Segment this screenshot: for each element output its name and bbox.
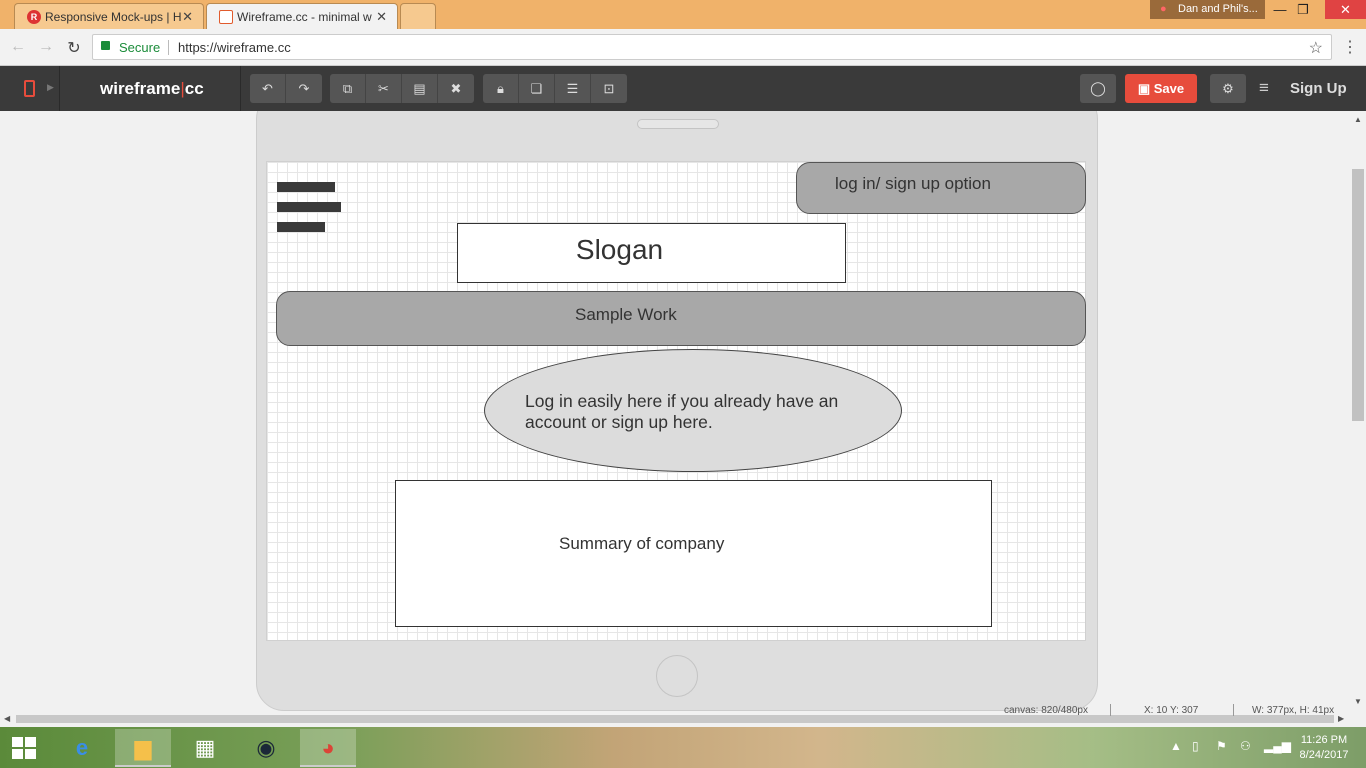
steam-icon[interactable]: ◉ (238, 729, 294, 767)
forward-icon[interactable]: → (36, 38, 56, 56)
edit-group: ⧉ ✂ ▤ ✖ (330, 74, 474, 103)
logo-main: wireframe (100, 79, 181, 98)
workspace: log in/ sign up option Slogan Sample Wor… (0, 111, 1350, 711)
wireframe-canvas[interactable]: log in/ sign up option Slogan Sample Wor… (266, 161, 1086, 641)
tab-responsive-mockups[interactable]: R Responsive Mock-ups | H ✕ (14, 3, 204, 29)
signal-bars-icon[interactable]: ▂▄▆ (1264, 739, 1291, 753)
save-disk-icon: ▣ (1137, 81, 1151, 96)
action-center-flag-icon[interactable]: ⚑ (1216, 739, 1227, 753)
logo: wireframe|cc (100, 79, 204, 99)
secure-label: Secure (119, 40, 161, 55)
tab-label: Wireframe.cc - minimal w (237, 10, 372, 24)
save-button[interactable]: ▣ Save (1125, 74, 1197, 103)
url-text: https://wireframe.cc (178, 40, 291, 55)
selection-size-status: W: 377px, H: 41px (1252, 705, 1335, 716)
device-icon[interactable]: ▯ (1192, 739, 1199, 753)
redo-icon[interactable]: ↷ (286, 74, 322, 103)
scroll-left-icon[interactable]: ◀ (4, 714, 10, 723)
store-icon[interactable]: ▦ (177, 729, 233, 767)
system-clock[interactable]: 11:26 PM 8/24/2017 (1294, 733, 1354, 763)
device-selector-button[interactable]: ▶ (0, 66, 60, 111)
file-explorer-icon[interactable]: ▆ (115, 729, 171, 767)
cut-icon[interactable]: ✂ (366, 74, 402, 103)
logo-suffix: cc (184, 79, 204, 98)
profile-button[interactable]: ● Dan and Phil's... (1150, 0, 1265, 19)
sign-up-link[interactable]: Sign Up (1290, 80, 1347, 97)
network-status-icon[interactable]: ⚇ (1240, 739, 1251, 753)
close-tab-icon[interactable]: ✕ (182, 9, 193, 25)
align-icon[interactable]: ☰ (555, 74, 591, 103)
lock-element-icon[interactable]: 🔒︎ (483, 74, 519, 103)
nav-menu-line[interactable] (277, 202, 341, 212)
nav-menu-line[interactable] (277, 182, 335, 192)
bookmark-star-icon[interactable]: ☆ (1309, 38, 1323, 58)
profile-name: Dan and Phil's... (1178, 3, 1258, 15)
slogan-box[interactable]: Slogan (457, 223, 846, 283)
paste-icon[interactable]: ▤ (402, 74, 438, 103)
browser-menu-icon[interactable]: ⋮ (1342, 37, 1358, 57)
back-icon[interactable]: ← (8, 38, 28, 56)
tab-label: Responsive Mock-ups | H (45, 10, 182, 24)
login-prompt-ellipse[interactable]: Log in easily here if you already have a… (484, 349, 902, 472)
tab-wireframe[interactable]: Wireframe.cc - minimal w ✕ (206, 3, 398, 29)
duplicate-icon[interactable]: ⧉ (330, 74, 366, 103)
address-bar: ← → ↻ Secure https://wireframe.cc ☆ ⋮ (0, 29, 1366, 66)
nav-menu-line[interactable] (277, 222, 325, 232)
divider (1110, 704, 1111, 716)
tablet-home-button (656, 655, 698, 697)
chrome-icon[interactable]: ◕ (300, 729, 356, 767)
scroll-right-icon[interactable]: ▶ (1338, 714, 1344, 723)
close-tab-icon[interactable]: ✕ (376, 9, 387, 25)
scroll-down-icon[interactable]: ▼ (1354, 697, 1362, 706)
delete-icon[interactable]: ✖ (438, 74, 474, 103)
summary-box[interactable]: Summary of company (395, 480, 992, 627)
tablet-speaker (637, 119, 719, 129)
vertical-scroll-thumb[interactable] (1352, 169, 1364, 421)
canvas-size-status: canvas: 820/480px (1004, 705, 1088, 716)
horizontal-scroll-thumb[interactable] (16, 715, 1334, 723)
sample-work-box[interactable]: Sample Work (276, 291, 1086, 346)
save-label: Save (1153, 81, 1185, 96)
comment-icon[interactable]: ◯ (1080, 74, 1116, 103)
login-option-box[interactable]: log in/ sign up option (796, 162, 1086, 214)
undo-icon[interactable]: ↶ (250, 74, 286, 103)
profile-icon: ● (1160, 3, 1167, 15)
lock-icon (101, 41, 110, 50)
vertical-scrollbar[interactable]: ▲ ▼ (1350, 111, 1366, 711)
divider (168, 40, 169, 55)
responsive-mockups-favicon-icon: R (27, 10, 41, 24)
close-window-icon[interactable]: ✕ (1325, 0, 1366, 19)
phone-icon (24, 80, 35, 97)
cursor-position-status: X: 10 Y: 307 (1144, 705, 1199, 716)
browser-titlebar: R Responsive Mock-ups | H ✕ Wireframe.cc… (0, 0, 1366, 29)
taskbar: e ▆ ▦ ◉ ◕ ▲ ▯ ⚑ ⚇ ▂▄▆ 11:26 PM 8/24/2017 (0, 727, 1366, 768)
show-hidden-icons-icon[interactable]: ▲ (1170, 739, 1182, 753)
clock-time: 11:26 PM (1300, 734, 1348, 746)
clock-date: 8/24/2017 (1299, 749, 1349, 761)
bring-front-icon[interactable]: ❏ (519, 74, 555, 103)
menu-icon[interactable]: ≡ (1259, 78, 1269, 98)
new-tab-button[interactable] (400, 3, 436, 29)
url-input[interactable]: Secure https://wireframe.cc ☆ (92, 34, 1332, 60)
group-icon[interactable]: ⊡ (591, 74, 627, 103)
settings-gear-icon[interactable]: ⚙ (1210, 74, 1246, 103)
history-group: ↶ ↷ (250, 74, 322, 103)
arrange-group: 🔒︎ ❏ ☰ ⊡ (483, 74, 627, 103)
divider (240, 66, 241, 111)
divider (1233, 704, 1234, 716)
internet-explorer-icon[interactable]: e (54, 729, 110, 767)
scroll-up-icon[interactable]: ▲ (1354, 115, 1362, 124)
restore-icon[interactable]: ❐ (1288, 2, 1318, 18)
caret-right-icon: ▶ (47, 82, 54, 92)
reload-icon[interactable]: ↻ (64, 38, 84, 58)
app-toolbar: ▶ wireframe|cc ↶ ↷ ⧉ ✂ ▤ ✖ 🔒︎ ❏ ☰ ⊡ ◯ ▣ … (0, 66, 1366, 111)
wireframe-favicon-icon (219, 10, 233, 24)
windows-start-icon[interactable] (12, 737, 38, 759)
